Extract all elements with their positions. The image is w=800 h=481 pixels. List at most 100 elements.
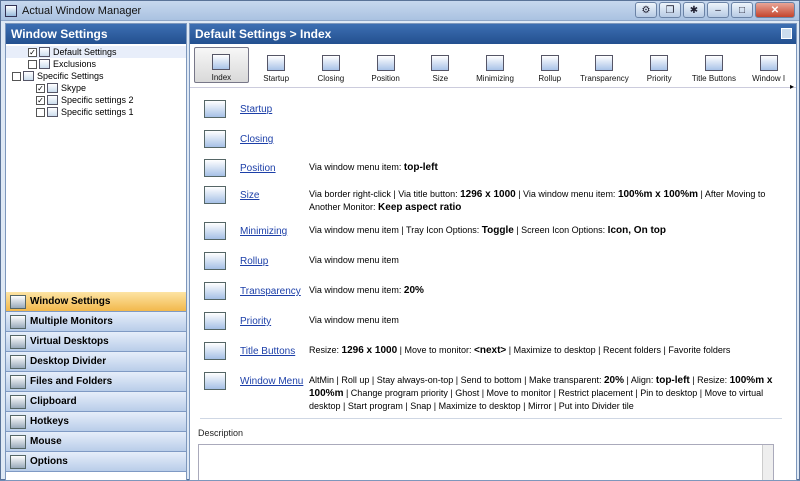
checkbox[interactable]: ✓: [36, 83, 45, 93]
toolbar-overflow-icon[interactable]: ▸: [790, 82, 794, 91]
toolbar-button[interactable]: Window I: [741, 47, 796, 83]
checkbox[interactable]: [28, 59, 37, 69]
description-part: top-left: [655, 375, 690, 386]
section-icon: [204, 186, 226, 204]
description-scrollbar[interactable]: [762, 445, 773, 480]
section-icon: [376, 55, 395, 71]
section-link[interactable]: Startup: [240, 104, 272, 115]
section-link[interactable]: Closing: [240, 134, 273, 145]
toolbar-button[interactable]: Transparency: [577, 47, 632, 83]
description-part: Icon, On top: [607, 225, 666, 236]
description-part: top-left: [403, 162, 438, 173]
checkbox[interactable]: [36, 107, 45, 117]
nav-icon: [10, 394, 26, 409]
nav-item[interactable]: Files and Folders: [6, 372, 186, 392]
minimize-button[interactable]: –: [707, 2, 729, 18]
description-part: | Move to monitor:: [397, 345, 475, 355]
restore-title-icon[interactable]: ❐: [659, 2, 681, 18]
toolbar-button[interactable]: Startup: [249, 47, 304, 83]
description-part: AltMin | Roll up | Stay always-on-top | …: [309, 375, 604, 385]
nav-item[interactable]: Virtual Desktops: [6, 332, 186, 352]
breadcrumb: Default Settings > Index: [190, 24, 796, 44]
description-part: Via window menu item:: [309, 285, 404, 295]
nav-icon: [10, 294, 26, 309]
nav-item-label: Multiple Monitors: [30, 316, 113, 327]
pin-title-icon[interactable]: ✱: [683, 2, 705, 18]
tree-item-label: Default Settings: [53, 47, 117, 57]
checkbox[interactable]: ✓: [28, 47, 37, 57]
maximize-button[interactable]: □: [731, 2, 753, 18]
section-description: Via window menu item | Tray Icon Options…: [309, 224, 794, 237]
nav-icon: [10, 354, 26, 369]
section-link[interactable]: Position: [240, 163, 276, 174]
close-button[interactable]: ✕: [755, 2, 795, 18]
section-icon: [204, 342, 226, 360]
nav-item[interactable]: Window Settings: [6, 292, 186, 312]
nav-item[interactable]: Desktop Divider: [6, 352, 186, 372]
section-link[interactable]: Rollup: [240, 256, 268, 267]
toolbar-button[interactable]: Position: [358, 47, 413, 83]
nav-item[interactable]: Hotkeys: [6, 412, 186, 432]
description-part: 20%: [403, 285, 424, 296]
toolbar-label: Window I: [752, 74, 786, 83]
section-description: Via border right-click | Via title butto…: [309, 188, 794, 214]
description-part: 20%: [604, 375, 625, 386]
section-description: Via window menu item: [309, 314, 794, 326]
checkbox[interactable]: [12, 71, 21, 81]
section-description: Via window menu item: top-left: [309, 161, 794, 174]
tree-item[interactable]: Specific Settings: [6, 70, 186, 82]
section-link[interactable]: Size: [240, 190, 259, 201]
section-icon: [212, 54, 231, 70]
title-bar[interactable]: Actual Window Manager ⚙ ❐ ✱ – □ ✕: [1, 1, 799, 21]
toolbar-button[interactable]: Closing: [304, 47, 359, 83]
tree-item[interactable]: ✓ Skype: [6, 82, 186, 94]
settings-icon: [23, 71, 34, 81]
description-label: Description: [198, 428, 244, 438]
section-link[interactable]: Minimizing: [240, 226, 287, 237]
toolbar-label: Closing: [317, 74, 345, 83]
nav-item-label: Files and Folders: [30, 376, 113, 387]
toolbar-button[interactable]: Priority: [632, 47, 687, 83]
description-part: | Screen Icon Options:: [513, 225, 608, 235]
settings-title-icon[interactable]: ⚙: [635, 2, 657, 18]
left-panel-title: Window Settings: [6, 24, 186, 44]
section-icon: [204, 282, 226, 300]
nav-item[interactable]: Clipboard: [6, 392, 186, 412]
description-box[interactable]: [198, 444, 774, 480]
section-link[interactable]: Priority: [240, 316, 271, 327]
section-description: Resize: 1296 x 1000 | Move to monitor: <…: [309, 344, 794, 357]
toolbar-button[interactable]: Size: [413, 47, 468, 83]
right-panel: Default Settings > Index Index Startup Clo…: [189, 23, 797, 481]
tree-item[interactable]: Specific settings 1: [6, 106, 186, 118]
window-title: Actual Window Manager: [22, 4, 142, 17]
nav-item-label: Desktop Divider: [30, 356, 107, 367]
section-icon: [321, 55, 340, 71]
toolbar-button[interactable]: Title Buttons: [687, 47, 742, 83]
toolbar-button[interactable]: Index: [194, 47, 249, 83]
nav-icon: [10, 434, 26, 449]
nav-item[interactable]: Options: [6, 452, 186, 472]
panel-menu-icon[interactable]: [781, 28, 792, 39]
description-part: Via border right-click | Via title butto…: [309, 189, 461, 199]
divider: [200, 418, 782, 419]
section-link[interactable]: Transparency: [240, 286, 301, 297]
checkbox[interactable]: ✓: [36, 95, 45, 105]
app-window: Actual Window Manager ⚙ ❐ ✱ – □ ✕ Window…: [0, 0, 800, 481]
tree-item[interactable]: Exclusions: [6, 58, 186, 70]
description-part: Resize:: [309, 345, 342, 355]
nav-item-label: Clipboard: [30, 396, 77, 407]
nav-icon: [10, 414, 26, 429]
section-link[interactable]: Window Menu: [240, 376, 303, 387]
section-link[interactable]: Title Buttons: [240, 346, 295, 357]
tree-item[interactable]: ✓ Specific settings 2: [6, 94, 186, 106]
nav-item[interactable]: Multiple Monitors: [6, 312, 186, 332]
nav-item[interactable]: Mouse: [6, 432, 186, 452]
toolbar-label: Transparency: [580, 74, 629, 83]
toolbar-button[interactable]: Rollup: [522, 47, 577, 83]
description-part: | Resize:: [689, 375, 730, 385]
description-part: | Via window menu item:: [515, 189, 618, 199]
tree-item[interactable]: ✓ Default Settings: [6, 46, 186, 58]
toolbar-button[interactable]: Minimizing: [468, 47, 523, 83]
settings-tree: ✓ Default Settings Exclusions Specific Sett…: [6, 44, 186, 310]
nav-item-label: Virtual Desktops: [30, 336, 109, 347]
